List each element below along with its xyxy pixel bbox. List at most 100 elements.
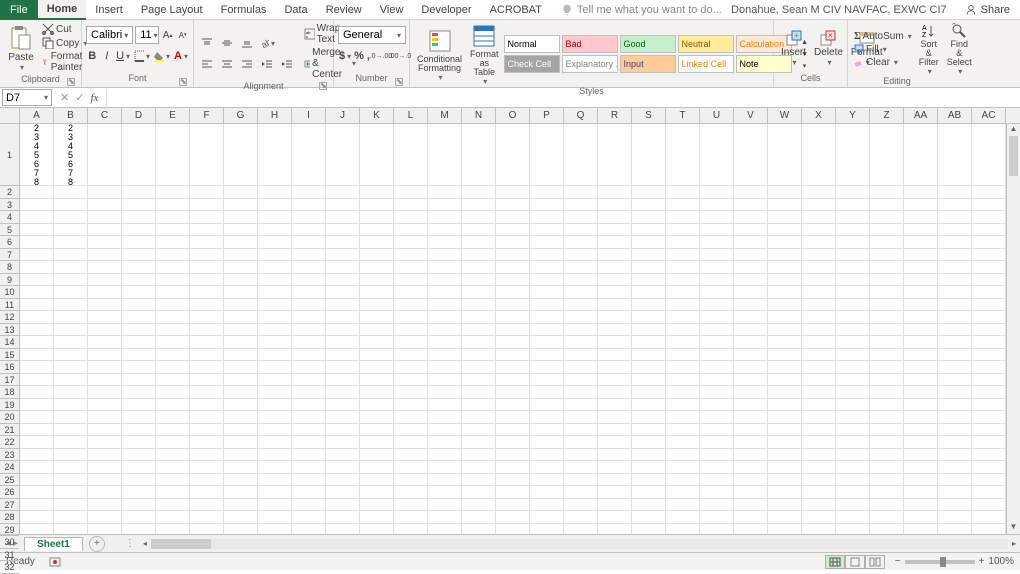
cell-V14[interactable] — [734, 336, 768, 349]
row-header-31[interactable]: 31 — [0, 549, 19, 562]
row-header-21[interactable]: 21 — [0, 424, 19, 437]
cell-T11[interactable] — [666, 299, 700, 312]
cell-U15[interactable] — [700, 349, 734, 362]
fx-icon[interactable]: fx — [90, 92, 98, 104]
cell-D9[interactable] — [122, 274, 156, 287]
italic-button[interactable]: I — [101, 47, 114, 65]
cell-D7[interactable] — [122, 249, 156, 262]
cell-C2[interactable] — [88, 186, 122, 199]
cell-T25[interactable] — [666, 474, 700, 487]
cell-X25[interactable] — [802, 474, 836, 487]
grow-font-button[interactable]: A▴ — [161, 26, 174, 44]
cell-L14[interactable] — [394, 336, 428, 349]
cell-I8[interactable] — [292, 261, 326, 274]
cell-E3[interactable] — [156, 199, 190, 212]
cell-L23[interactable] — [394, 449, 428, 462]
cell-E13[interactable] — [156, 324, 190, 337]
cell-R20[interactable] — [598, 411, 632, 424]
cell-U9[interactable] — [700, 274, 734, 287]
cell-AA18[interactable] — [904, 386, 938, 399]
row-header-15[interactable]: 15 — [0, 349, 19, 362]
cell-AC7[interactable] — [972, 249, 1006, 262]
cell-B8[interactable] — [54, 261, 88, 274]
cell-AA6[interactable] — [904, 236, 938, 249]
cell-Z28[interactable] — [870, 511, 904, 524]
cell-X7[interactable] — [802, 249, 836, 262]
cell-D25[interactable] — [122, 474, 156, 487]
cell-E17[interactable] — [156, 374, 190, 387]
cell-C21[interactable] — [88, 424, 122, 437]
cell-D18[interactable] — [122, 386, 156, 399]
cell-F28[interactable] — [190, 511, 224, 524]
cell-I22[interactable] — [292, 436, 326, 449]
cell-AB13[interactable] — [938, 324, 972, 337]
cell-J24[interactable] — [326, 461, 360, 474]
cell-U29[interactable] — [700, 524, 734, 535]
cell-O22[interactable] — [496, 436, 530, 449]
cell-U20[interactable] — [700, 411, 734, 424]
cell-J25[interactable] — [326, 474, 360, 487]
cell-AA24[interactable] — [904, 461, 938, 474]
cell-Q20[interactable] — [564, 411, 598, 424]
vertical-scrollbar[interactable]: ▲ ▼ — [1006, 124, 1020, 534]
cell-X10[interactable] — [802, 286, 836, 299]
fill-button[interactable]: Fill▾ — [852, 43, 914, 56]
cell-J26[interactable] — [326, 486, 360, 499]
cell-Y21[interactable] — [836, 424, 870, 437]
cell-B14[interactable] — [54, 336, 88, 349]
cell-O19[interactable] — [496, 399, 530, 412]
cell-S6[interactable] — [632, 236, 666, 249]
cell-H1[interactable] — [258, 124, 292, 186]
tab-home[interactable]: Home — [38, 0, 87, 20]
cell-Z20[interactable] — [870, 411, 904, 424]
zoom-in-button[interactable]: + — [979, 556, 985, 567]
cell-W4[interactable] — [768, 211, 802, 224]
cell-AB28[interactable] — [938, 511, 972, 524]
cell-I3[interactable] — [292, 199, 326, 212]
cell-K15[interactable] — [360, 349, 394, 362]
cell-Y16[interactable] — [836, 361, 870, 374]
cell-Y13[interactable] — [836, 324, 870, 337]
cell-P29[interactable] — [530, 524, 564, 535]
cell-J19[interactable] — [326, 399, 360, 412]
cell-C1[interactable] — [88, 124, 122, 186]
cell-Z17[interactable] — [870, 374, 904, 387]
cell-U24[interactable] — [700, 461, 734, 474]
cell-T12[interactable] — [666, 311, 700, 324]
cell-D11[interactable] — [122, 299, 156, 312]
cell-P6[interactable] — [530, 236, 564, 249]
cell-K27[interactable] — [360, 499, 394, 512]
cell-AA1[interactable] — [904, 124, 938, 186]
sort-filter-button[interactable]: AZSort & Filter▾ — [916, 22, 942, 76]
col-header-C[interactable]: C — [88, 108, 122, 123]
cell-H26[interactable] — [258, 486, 292, 499]
cell-AA22[interactable] — [904, 436, 938, 449]
cell-S12[interactable] — [632, 311, 666, 324]
cell-H29[interactable] — [258, 524, 292, 535]
cell-N26[interactable] — [462, 486, 496, 499]
cell-AB11[interactable] — [938, 299, 972, 312]
cell-T18[interactable] — [666, 386, 700, 399]
cell-AB12[interactable] — [938, 311, 972, 324]
cell-Z13[interactable] — [870, 324, 904, 337]
cell-AB26[interactable] — [938, 486, 972, 499]
col-header-V[interactable]: V — [734, 108, 768, 123]
cell-L22[interactable] — [394, 436, 428, 449]
hscroll-left-arrow[interactable]: ◂ — [139, 539, 151, 548]
cell-M19[interactable] — [428, 399, 462, 412]
hscroll-thumb[interactable] — [151, 539, 211, 549]
cell-Y24[interactable] — [836, 461, 870, 474]
cell-C4[interactable] — [88, 211, 122, 224]
cell-F17[interactable] — [190, 374, 224, 387]
font-dialog-icon[interactable]: ⬊ — [179, 78, 187, 86]
col-header-G[interactable]: G — [224, 108, 258, 123]
cell-C16[interactable] — [88, 361, 122, 374]
cell-Q14[interactable] — [564, 336, 598, 349]
cell-Q27[interactable] — [564, 499, 598, 512]
cell-P12[interactable] — [530, 311, 564, 324]
cell-S24[interactable] — [632, 461, 666, 474]
cell-Q13[interactable] — [564, 324, 598, 337]
cell-L26[interactable] — [394, 486, 428, 499]
cell-H17[interactable] — [258, 374, 292, 387]
cell-D6[interactable] — [122, 236, 156, 249]
